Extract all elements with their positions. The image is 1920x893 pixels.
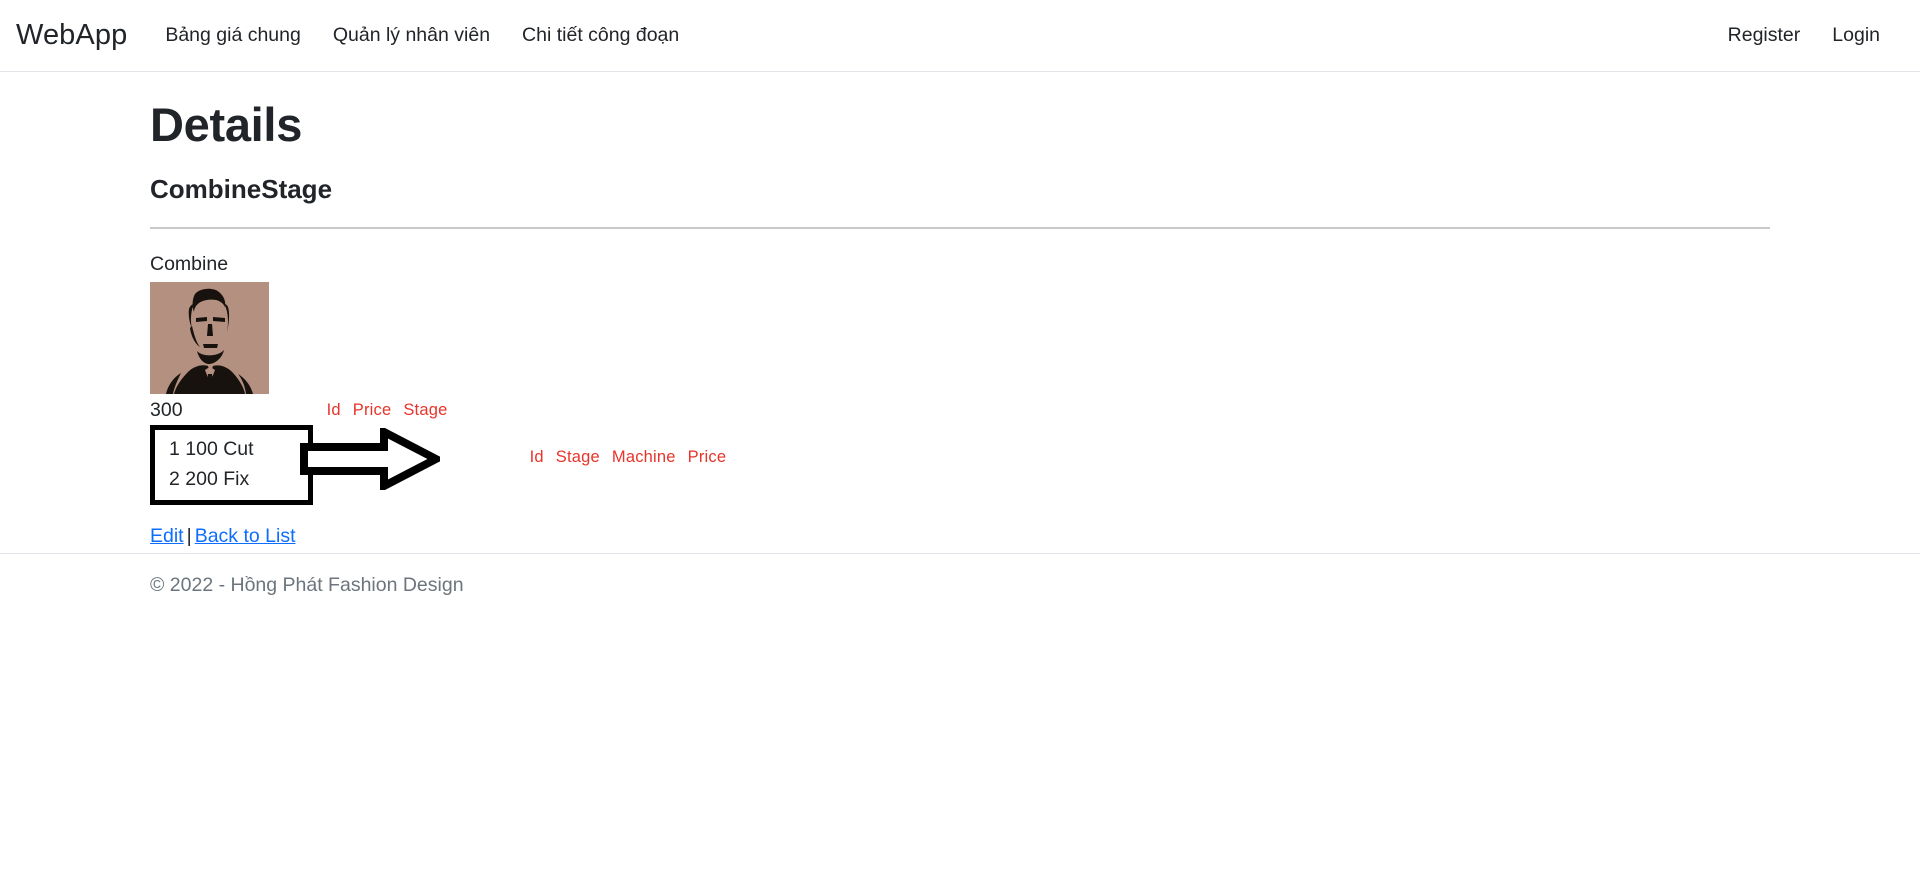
top-navbar: WebApp Bảng giá chung Quản lý nhân viên … — [0, 0, 1920, 72]
combine-image-thumbnail — [150, 281, 269, 394]
page-body: Details CombineStage Combine 300 1 100 C… — [0, 72, 1920, 551]
red-headers-stage-machine-price: Id Stage Machine Price — [520, 429, 726, 467]
column-header-stage: Stage — [403, 401, 448, 419]
red-headers-price-stage: Id Price Stage — [317, 382, 448, 420]
nav-link-login[interactable]: Login — [1816, 25, 1896, 46]
column-header-id: Id — [529, 448, 544, 466]
column-header-stage: Stage — [555, 448, 600, 466]
link-separator: | — [186, 525, 192, 548]
column-header-id: Id — [326, 401, 341, 419]
right-block-arrow-shape — [300, 425, 445, 493]
column-header-price: Price — [687, 448, 727, 466]
auth-nav: Register Login — [1712, 25, 1896, 46]
section-title: CombineStage — [150, 174, 333, 205]
nav-link-chi-tiet-cong-doan[interactable]: Chi tiết công đoạn — [506, 25, 695, 46]
table-row: 1 100 Cut — [169, 437, 254, 460]
primary-nav: Bảng giá chung Quản lý nhân viên Chi tiế… — [149, 25, 695, 46]
footer-copyright: © 2022 - Hồng Phát Fashion Design — [150, 574, 464, 596]
nav-link-register[interactable]: Register — [1712, 25, 1817, 46]
nav-link-quan-ly-nhan-vien[interactable]: Quản lý nhân viên — [317, 25, 506, 46]
edit-link[interactable]: Edit — [150, 525, 184, 547]
combine-label: Combine — [150, 253, 229, 276]
table-row: 2 200 Fix — [169, 468, 250, 491]
portrait-silhouette-icon — [150, 281, 269, 394]
column-header-price: Price — [352, 401, 392, 419]
content-container: Details CombineStage Combine 300 1 100 C… — [0, 72, 1920, 551]
nav-link-bang-gia-chung[interactable]: Bảng giá chung — [149, 25, 317, 46]
page-title: Details — [150, 98, 303, 151]
column-header-machine: Machine — [611, 448, 676, 466]
action-links: Edit | Back to List — [150, 523, 1770, 550]
back-to-list-link[interactable]: Back to List — [195, 525, 296, 547]
right-block-arrow-icon — [300, 425, 445, 493]
brand-logo[interactable]: WebApp — [16, 19, 127, 52]
page-footer: © 2022 - Hồng Phát Fashion Design — [0, 553, 1920, 597]
highlighted-stage-table: 1 100 Cut 2 200 Fix — [150, 424, 313, 506]
